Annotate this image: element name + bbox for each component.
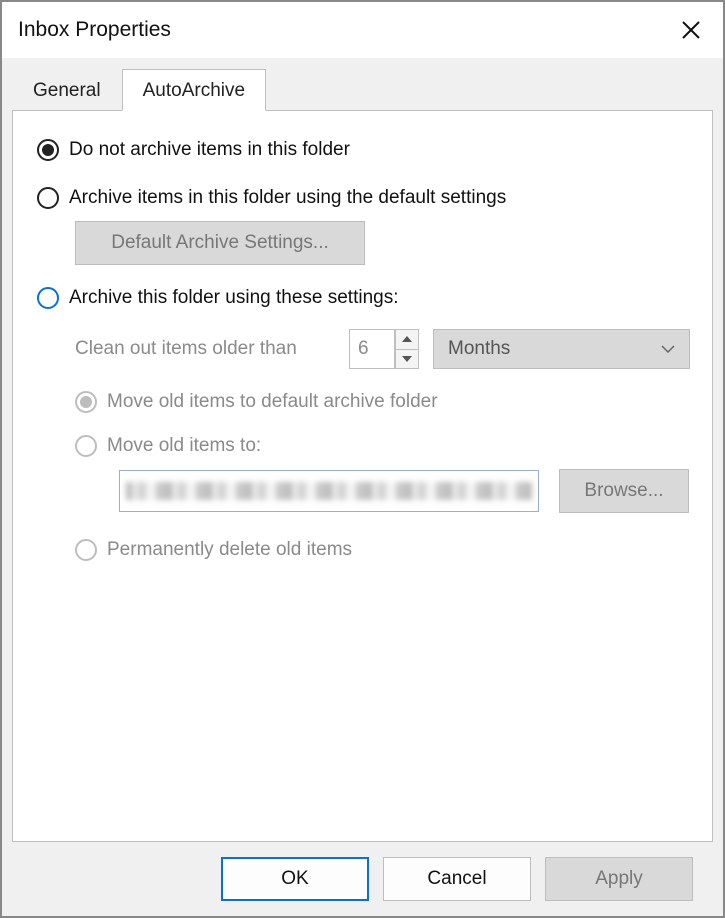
browse-button[interactable]: Browse... bbox=[559, 469, 689, 513]
option-permanently-delete[interactable]: Permanently delete old items bbox=[37, 539, 690, 561]
option-label: Archive items in this folder using the d… bbox=[69, 187, 506, 209]
chevron-down-icon bbox=[661, 345, 675, 353]
tab-general[interactable]: General bbox=[12, 71, 122, 110]
cleanout-spinner[interactable] bbox=[349, 329, 419, 369]
radio-icon bbox=[75, 435, 97, 457]
option-custom-archive-radio[interactable]: Archive this folder using these settings… bbox=[37, 287, 690, 309]
option-label: Move old items to default archive folder bbox=[107, 391, 438, 413]
option-default-archive-radio[interactable]: Archive items in this folder using the d… bbox=[37, 187, 690, 209]
radio-icon bbox=[75, 539, 97, 561]
cleanout-row: Clean out items older than Months bbox=[37, 329, 690, 369]
tab-panel-autoarchive: Do not archive items in this folder Arch… bbox=[12, 110, 713, 842]
option-move-to: Move old items to: Browse... bbox=[37, 435, 690, 513]
option-move-default[interactable]: Move old items to default archive folder bbox=[37, 391, 690, 413]
titlebar: Inbox Properties bbox=[2, 2, 723, 58]
option-label: Move old items to: bbox=[107, 435, 261, 457]
dialog-window: Inbox Properties General AutoArchive Do … bbox=[0, 0, 725, 918]
spinner-down[interactable] bbox=[395, 349, 419, 370]
cancel-button[interactable]: Cancel bbox=[383, 857, 531, 901]
cleanout-label: Clean out items older than bbox=[75, 338, 335, 360]
cleanout-unit-select[interactable]: Months bbox=[433, 329, 690, 369]
radio-icon bbox=[37, 187, 59, 209]
apply-button[interactable]: Apply bbox=[545, 857, 693, 901]
ok-button[interactable]: OK bbox=[221, 857, 369, 901]
default-archive-settings-button[interactable]: Default Archive Settings... bbox=[75, 221, 365, 265]
cleanout-value-input[interactable] bbox=[349, 329, 395, 369]
client-area: General AutoArchive Do not archive items… bbox=[2, 58, 723, 916]
redacted-path bbox=[126, 482, 532, 500]
option-custom-archive: Archive this folder using these settings… bbox=[37, 287, 690, 561]
spinner-up[interactable] bbox=[395, 329, 419, 349]
tab-autoarchive[interactable]: AutoArchive bbox=[122, 69, 266, 111]
spinner-buttons bbox=[395, 329, 419, 369]
option-default-archive: Archive items in this folder using the d… bbox=[37, 187, 690, 265]
move-to-path-input[interactable] bbox=[119, 470, 539, 512]
radio-icon bbox=[75, 391, 97, 413]
select-value: Months bbox=[448, 338, 510, 360]
option-label: Do not archive items in this folder bbox=[69, 139, 350, 161]
option-move-to-radio[interactable]: Move old items to: bbox=[75, 435, 690, 457]
radio-icon bbox=[37, 287, 59, 309]
option-do-not-archive[interactable]: Do not archive items in this folder bbox=[37, 139, 690, 161]
close-button[interactable] bbox=[673, 12, 709, 48]
close-icon bbox=[681, 20, 701, 40]
window-title: Inbox Properties bbox=[18, 18, 171, 42]
dialog-button-bar: OK Cancel Apply bbox=[12, 842, 713, 916]
option-label: Archive this folder using these settings… bbox=[69, 287, 399, 309]
option-label: Permanently delete old items bbox=[107, 539, 352, 561]
tab-strip: General AutoArchive bbox=[12, 68, 713, 110]
radio-icon bbox=[37, 139, 59, 161]
